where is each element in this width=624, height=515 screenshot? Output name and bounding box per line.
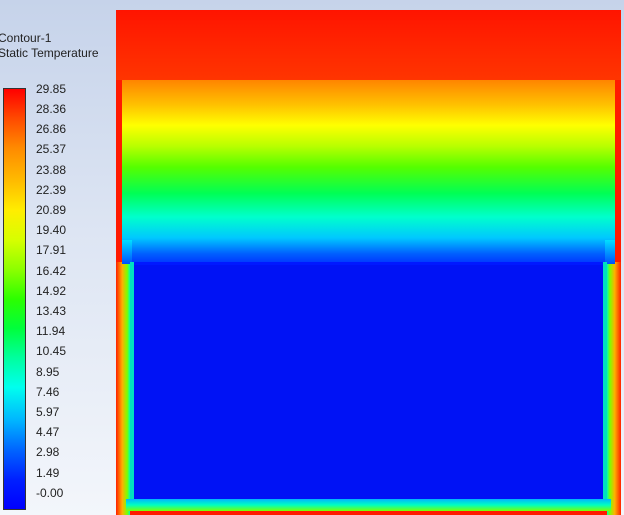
tick-label: 13.43 [36,304,67,318]
tick-label: 16.42 [36,264,67,278]
legend-title-contour: Contour-1 [0,31,52,45]
tick-label: 5.97 [36,405,60,419]
tick-label: 29.85 [36,82,67,96]
tick-label: 23.88 [36,163,67,177]
color-scale-bar [3,88,26,510]
tick-label: 8.95 [36,365,60,379]
tick-label: 28.36 [36,102,67,116]
tick-label: 25.37 [36,142,67,156]
contour-bottom-band [126,499,611,511]
tick-label: 20.89 [36,203,67,217]
contour-lower-core [134,265,603,501]
tick-label: 26.86 [36,122,67,136]
tick-label: 22.39 [36,183,67,197]
legend-title-variable: Static Temperature [0,46,99,60]
tick-label: 17.91 [36,243,67,257]
tick-label: 1.49 [36,466,60,480]
tick-label: 14.92 [36,284,67,298]
tick-label: 2.98 [36,445,60,459]
contour-left-wall [116,262,130,515]
tick-label: 7.46 [36,385,60,399]
contour-plot-viewport[interactable] [116,10,621,515]
contour-left-step [122,240,132,264]
tick-label: -0.00 [36,486,64,500]
contour-upper-hot-band [116,10,621,80]
tick-label: 11.94 [36,324,66,338]
tick-label: 19.40 [36,223,67,237]
contour-right-step [605,240,615,264]
contour-right-wall [607,262,621,515]
tick-label: 4.47 [36,425,60,439]
tick-label: 10.45 [36,344,67,358]
